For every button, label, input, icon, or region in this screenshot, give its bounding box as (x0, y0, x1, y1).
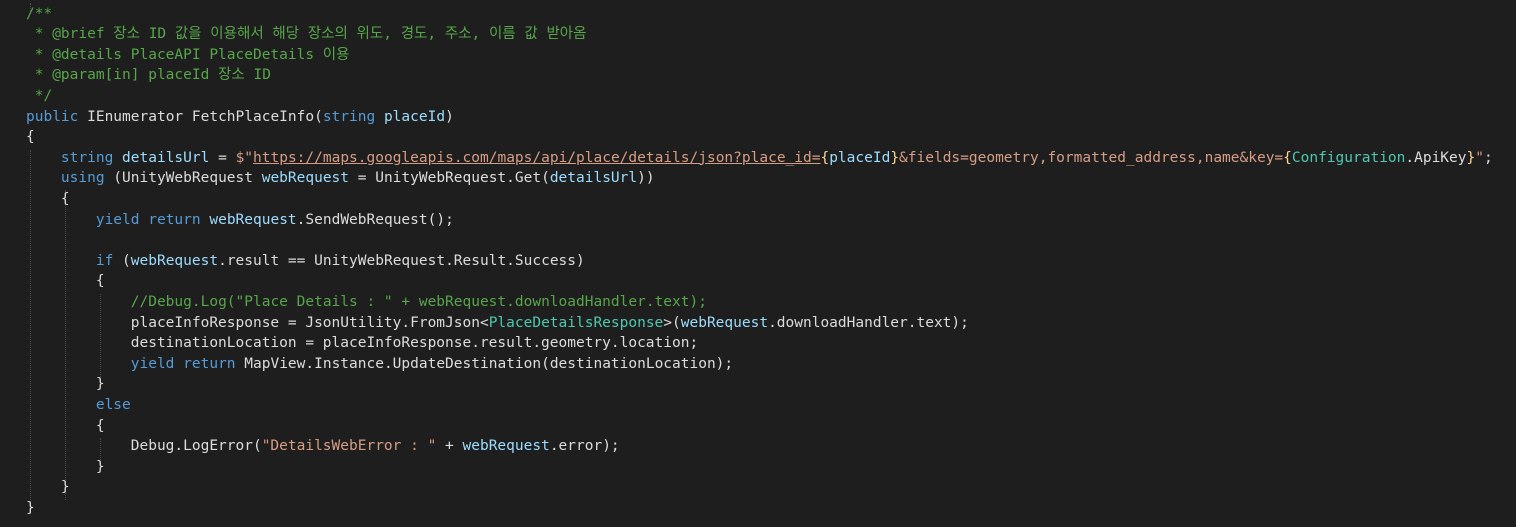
code-line[interactable]: { (26, 189, 70, 210)
code-token: } (890, 149, 900, 166)
code-line[interactable]: { (26, 271, 105, 292)
code-token: webRequest (209, 211, 297, 228)
code-token: * @param[in] placeId 장소 ID (26, 67, 271, 84)
code-line[interactable]: destinationLocation = placeInfoResponse.… (26, 333, 698, 354)
code-token: ; (1483, 149, 1493, 166)
code-line[interactable]: } (26, 498, 35, 519)
code-token: } (26, 376, 105, 393)
code-token: } (26, 479, 70, 496)
code-token: PlaceDetailsResponse (488, 314, 664, 331)
code-token: yield (130, 355, 175, 372)
code-token: >( (663, 314, 681, 331)
code-token: /** (26, 5, 53, 22)
code-token: } (26, 499, 35, 516)
code-token: webRequest (261, 170, 350, 187)
code-line[interactable]: if (webRequest.result == UnityWebRequest… (26, 251, 585, 272)
code-token: ( (113, 252, 131, 269)
code-token: + (436, 438, 463, 455)
code-token: detailsUrl (122, 149, 210, 166)
code-token: string (322, 108, 376, 125)
code-line[interactable]: Debug.LogError("DetailsWebError : " + we… (26, 436, 620, 457)
code-line[interactable]: /** (26, 4, 52, 25)
code-token: $" (235, 149, 254, 166)
code-token: Debug.LogError( (26, 438, 262, 455)
code-line[interactable]: } (26, 477, 70, 498)
code-token: return (148, 211, 201, 228)
code-editor[interactable]: /** * @brief 장소 ID 값을 이용해서 해당 장소의 위도, 경도… (0, 0, 1516, 527)
code-token: placeId (829, 149, 891, 166)
code-token: placeInfoResponse = JsonUtility.FromJson… (26, 314, 489, 331)
code-line[interactable]: * @brief 장소 ID 값을 이용해서 해당 장소의 위도, 경도, 주소… (26, 24, 587, 45)
code-token: //Debug.Log("Place Details : " + webRequ… (130, 293, 707, 310)
code-token: destinationLocation = placeInfoResponse.… (26, 335, 699, 352)
code-token: placeId (383, 108, 446, 125)
code-line[interactable]: placeInfoResponse = JsonUtility.FromJson… (26, 313, 969, 334)
code-token: * @details PlaceAPI PlaceDetails 이용 (26, 46, 350, 63)
code-token: .SendWebRequest(); (296, 211, 454, 228)
code-line[interactable]: //Debug.Log("Place Details : " + webRequ… (26, 292, 707, 313)
code-line[interactable]: * @details PlaceAPI PlaceDetails 이용 (26, 45, 350, 66)
code-token: { (26, 273, 105, 290)
code-token: = (209, 149, 236, 166)
code-token: webRequest (462, 438, 550, 455)
code-token: */ (26, 87, 53, 104)
code-token: } (1466, 149, 1476, 166)
code-line[interactable]: { (26, 416, 105, 437)
code-line[interactable]: string detailsUrl = $"https://maps.googl… (26, 148, 1493, 169)
code-token: ) (445, 108, 454, 125)
code-line[interactable]: */ (26, 86, 52, 107)
code-token: public (26, 108, 79, 125)
code-token: { (1283, 149, 1292, 166)
code-token: return (183, 355, 236, 372)
code-token: Configuration (1291, 149, 1406, 166)
code-token: .result == UnityWebRequest.Result.Succes… (218, 252, 585, 269)
code-token: )) (637, 170, 655, 187)
code-token: string (60, 149, 114, 166)
code-line[interactable]: * @param[in] placeId 장소 ID (26, 65, 271, 86)
code-token: webRequest (130, 252, 219, 269)
code-token: (UnityWebRequest (104, 170, 262, 187)
code-token: if (95, 252, 114, 269)
code-token: { (26, 190, 70, 207)
code-token: https://maps.googleapis.com/maps/api/pla… (253, 149, 821, 166)
code-token: using (60, 170, 105, 187)
code-token: } (26, 458, 105, 475)
code-line[interactable]: yield return webRequest.SendWebRequest()… (26, 210, 454, 231)
code-token: detailsUrl (549, 170, 638, 187)
code-token: IEnumerator FetchPlaceInfo( (78, 108, 323, 125)
code-token: { (26, 129, 35, 146)
code-token: = UnityWebRequest.Get( (349, 170, 550, 187)
code-line[interactable]: using (UnityWebRequest webRequest = Unit… (26, 168, 655, 189)
code-token: .ApiKey (1405, 149, 1467, 166)
code-line[interactable]: else (26, 395, 131, 416)
code-line[interactable]: yield return MapView.Instance.UpdateDest… (26, 354, 733, 375)
code-line[interactable]: public IEnumerator FetchPlaceInfo(string… (26, 107, 454, 128)
code-token: { (820, 149, 830, 166)
code-token: .error); (549, 438, 620, 455)
code-token: { (26, 417, 105, 434)
code-token: .downloadHandler.text); (768, 314, 969, 331)
code-token: webRequest (680, 314, 769, 331)
code-token: else (95, 396, 131, 413)
code-token: yield (95, 211, 140, 228)
code-line[interactable]: { (26, 127, 35, 148)
code-line[interactable]: } (26, 457, 105, 478)
code-token: MapView.Instance.UpdateDestination(desti… (235, 355, 734, 372)
code-token: &fields=geometry,formatted_address,name&… (899, 149, 1284, 166)
code-token: " (1475, 149, 1484, 166)
code-token: * @brief 장소 ID 값을 이용해서 해당 장소의 위도, 경도, 주소… (26, 26, 587, 43)
code-token: "DetailsWebError : " (261, 438, 437, 455)
code-line[interactable]: } (26, 374, 105, 395)
